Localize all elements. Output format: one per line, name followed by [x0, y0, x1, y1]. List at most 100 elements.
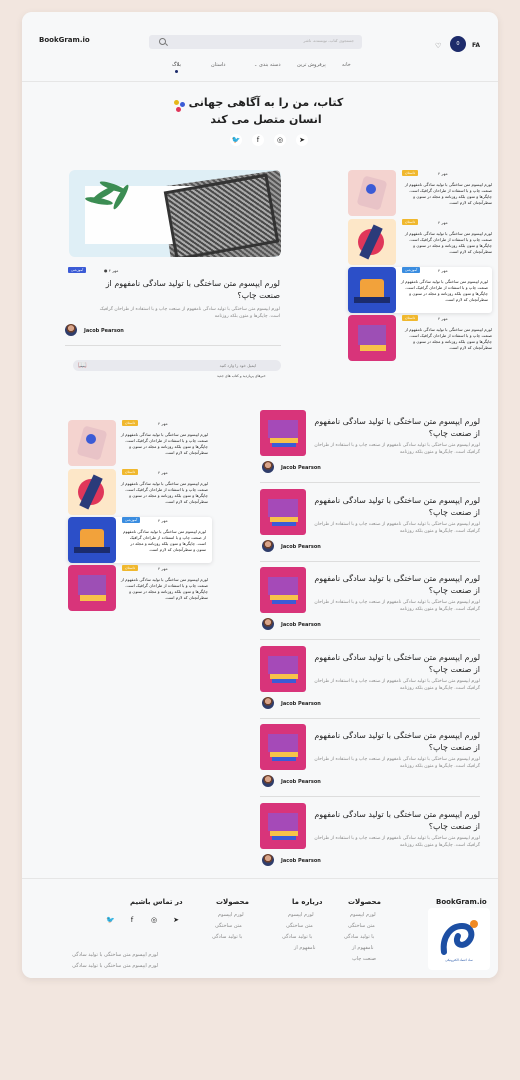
article-excerpt: لورم ایپسوم متن ساختگی با تولید سادگی نا… — [314, 600, 480, 612]
card-tag[interactable]: داستان — [122, 565, 139, 571]
article-title[interactable]: لورم ایپسوم متن ساختگی با تولید سادگی نا… — [310, 573, 480, 597]
telegram-icon[interactable]: ➤ — [172, 916, 180, 924]
article-title[interactable]: لورم ایپسوم متن ساختگی با تولید سادگی نا… — [310, 730, 480, 754]
search-icon[interactable] — [159, 38, 166, 45]
twitter-icon[interactable]: 🐦 — [230, 134, 242, 146]
hero-title: کتاب، من را به آگاهی جهانی انسان متصل می… — [188, 96, 344, 126]
card-tag[interactable]: داستان — [122, 469, 139, 475]
nav-item-blog[interactable]: بلاگ — [172, 62, 181, 68]
chevron-down-icon: ⌄ — [254, 62, 258, 67]
article-title[interactable]: لورم ایپسوم متن ساختگی با تولید سادگی نا… — [310, 416, 480, 440]
card-thumbnail — [348, 170, 396, 216]
author-name[interactable]: Jacob Pearson — [281, 465, 321, 471]
footer-link[interactable]: متن ساختگی — [215, 923, 242, 929]
featured-tag[interactable]: آموزشی — [68, 267, 87, 273]
article-thumbnail[interactable] — [260, 489, 306, 535]
avatar — [262, 854, 274, 866]
heart-icon[interactable]: ♡ — [435, 42, 441, 50]
nav-item-categories[interactable]: دسته بندی ⌄ — [254, 62, 281, 68]
card-text: لورم ایپسوم متن ساختگی با تولید سادگی نا… — [404, 182, 492, 205]
footer-link[interactable]: نامفهوم از — [352, 945, 374, 951]
card-text: لورم ایپسوم متن ساختگی با تولید سادگی نا… — [404, 231, 492, 254]
article-thumbnail[interactable] — [260, 803, 306, 849]
site-header: BookGram.io جستجوی کتاب، نویسنده، ناشر ♡… — [22, 12, 498, 82]
author-name[interactable]: Jacob Pearson — [281, 858, 321, 864]
side-card[interactable]: داستان ۴ مهر لورم ایپسوم متن ساختگی با ت… — [68, 469, 212, 515]
side-card[interactable]: داستان ۴ مهر لورم ایپسوم متن ساختگی با ت… — [348, 170, 492, 216]
nav-item-home[interactable]: خانه — [342, 62, 351, 68]
article-excerpt: لورم ایپسوم متن ساختگی با تولید سادگی نا… — [314, 757, 480, 769]
hero-dot-yellow — [174, 100, 179, 105]
footer-link[interactable]: متن ساختگی — [348, 923, 375, 929]
footer-link[interactable]: با تولید سادگی — [282, 934, 312, 940]
search-placeholder: جستجوی کتاب، نویسنده، ناشر — [303, 38, 354, 43]
page: BookGram.io جستجوی کتاب، نویسنده، ناشر ♡… — [22, 12, 498, 978]
card-date: ۴ مهر — [438, 171, 448, 176]
article-title[interactable]: لورم ایپسوم متن ساختگی با تولید سادگی نا… — [310, 809, 480, 833]
card-text: لورم ایپسوم متن ساختگی با تولید سادگی نا… — [404, 327, 492, 350]
footer-col1-title: محصولات — [348, 898, 381, 906]
footer-col3-title: محصولات — [216, 898, 249, 906]
footer-brand[interactable]: BookGram.io — [436, 898, 487, 906]
side-card[interactable]: داستان ۴ مهر لورم ایپسوم متن ساختگی با ت… — [68, 420, 212, 466]
author-name[interactable]: Jacob Pearson — [281, 544, 321, 550]
card-thumbnail — [348, 219, 396, 265]
avatar — [262, 775, 274, 787]
hero-dot-red — [176, 107, 181, 112]
footer-link[interactable]: متن ساختگی — [286, 923, 313, 929]
side-card[interactable]: داستان ۴ مهر لورم ایپسوم متن ساختگی با ت… — [348, 315, 492, 361]
instagram-icon[interactable]: ◎ — [150, 916, 158, 924]
article-thumbnail[interactable] — [260, 724, 306, 770]
book-icon[interactable]: 📖 — [78, 361, 87, 369]
card-tag[interactable]: آموزشی — [122, 517, 141, 523]
author-name[interactable]: Jacob Pearson — [281, 701, 321, 707]
author-name[interactable]: Jacob Pearson — [281, 622, 321, 628]
brand-logo[interactable]: BookGram.io — [39, 36, 90, 44]
author-name[interactable]: Jacob Pearson — [84, 328, 124, 334]
card-tag[interactable]: آموزشی — [402, 267, 421, 273]
featured-image[interactable] — [69, 170, 281, 257]
divider — [260, 561, 480, 562]
side-card[interactable]: داستان ۴ مهر لورم ایپسوم متن ساختگی با ت… — [68, 565, 212, 611]
footer-link[interactable]: لورم ایپسوم — [218, 912, 244, 918]
search-input[interactable]: جستجوی کتاب، نویسنده، ناشر — [149, 35, 362, 49]
side-card-highlighted[interactable]: آموزشی ۴ مهر لورم ایپسوم متن ساختگی با ت… — [348, 267, 492, 313]
footer-link[interactable]: لورم ایپسوم — [288, 912, 314, 918]
nav-item-bestsellers[interactable]: پرفروش ترین — [297, 62, 326, 68]
footer-link[interactable]: نامفهوم از — [294, 945, 316, 951]
article-title[interactable]: لورم ایپسوم متن ساختگی با تولید سادگی نا… — [310, 495, 480, 519]
footer-link[interactable]: صنعت چاپ — [352, 956, 376, 962]
footer-link[interactable]: با تولید سادگی — [344, 934, 374, 940]
card-tag[interactable]: داستان — [122, 420, 139, 426]
article-thumbnail[interactable] — [260, 410, 306, 456]
twitter-icon[interactable]: 🐦 — [106, 916, 115, 924]
nav-label-categories: دسته بندی — [258, 62, 281, 68]
article-excerpt: لورم ایپسوم متن ساختگی با تولید سادگی نا… — [314, 443, 480, 455]
language-switch[interactable]: FA — [472, 42, 480, 49]
card-tag[interactable]: داستان — [402, 315, 419, 321]
nav-item-stories[interactable]: داستان — [211, 62, 226, 68]
newsletter-input[interactable]: 📖 ایمیل خود را وارد کنید — [73, 360, 281, 371]
facebook-icon[interactable]: f — [252, 134, 264, 146]
footer-link[interactable]: با تولید سادگی — [212, 934, 242, 940]
card-tag[interactable]: داستان — [402, 219, 419, 225]
facebook-icon[interactable]: f — [128, 916, 136, 924]
author-name[interactable]: Jacob Pearson — [281, 779, 321, 785]
card-thumbnail — [68, 517, 116, 563]
newsletter-placeholder: ایمیل خود را وارد کنید — [219, 363, 256, 368]
cart-badge[interactable]: 0 — [450, 36, 466, 52]
card-date: ۴ مهر — [438, 268, 448, 273]
footer-link[interactable]: لورم ایپسوم — [350, 912, 376, 918]
article-title[interactable]: لورم ایپسوم متن ساختگی با تولید سادگی نا… — [310, 652, 480, 676]
telegram-icon[interactable]: ➤ — [296, 134, 308, 146]
card-date: ۴ مهر — [158, 470, 168, 475]
article-thumbnail[interactable] — [260, 646, 306, 692]
featured-title[interactable]: لورم ایپسوم متن ساختگی با تولید سادگی نا… — [90, 278, 280, 302]
instagram-icon[interactable]: ◎ — [274, 134, 286, 146]
card-tag[interactable]: داستان — [402, 170, 419, 176]
trust-badge[interactable]: نماد اعتماد الکترونیکی — [428, 908, 490, 970]
side-card-highlighted[interactable]: آموزشی ۴ مهر لورم ایپسوم متن ساختگی با ت… — [68, 517, 212, 563]
divider — [260, 482, 480, 483]
article-thumbnail[interactable] — [260, 567, 306, 613]
side-card[interactable]: داستان ۴ مهر لورم ایپسوم متن ساختگی با ت… — [348, 219, 492, 265]
